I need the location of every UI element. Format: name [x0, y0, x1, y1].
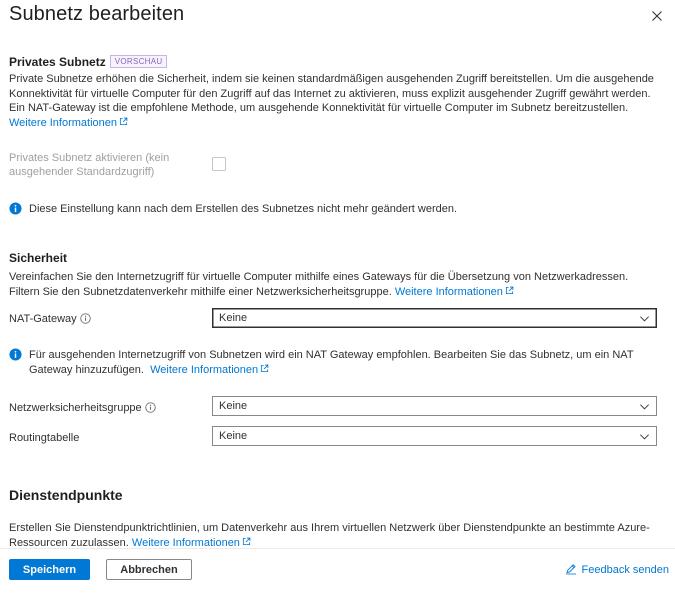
info-circle-icon[interactable]	[79, 313, 91, 324]
service-endpoints-description: Erstellen Sie Dienstendpunktrichtlinien,…	[9, 521, 659, 548]
preview-badge: VORSCHAU	[109, 55, 168, 68]
save-button[interactable]: Speichern	[9, 559, 90, 580]
private-subnet-description: Private Subnetze erhöhen die Sicherheit,…	[9, 72, 659, 130]
chevron-down-icon	[640, 434, 649, 440]
security-learn-more-link[interactable]: Weitere Informationen	[395, 286, 514, 298]
security-heading: Sicherheit	[9, 251, 68, 265]
external-link-icon	[242, 537, 251, 545]
service-endpoints-learn-more-text: Weitere Informationen	[131, 536, 240, 549]
feedback-label: Feedback senden	[581, 564, 669, 576]
close-icon[interactable]	[649, 8, 665, 24]
feedback-link[interactable]: Feedback senden	[565, 563, 669, 576]
panel-footer: Speichern Abbrechen Feedback senden	[0, 548, 675, 600]
chevron-down-icon	[640, 316, 649, 322]
private-subnet-notice-text: Diese Einstellung kann nach dem Erstelle…	[29, 203, 458, 215]
info-circle-icon[interactable]	[144, 402, 156, 413]
nat-notice-text: Für ausgehenden Internetzugriff von Subn…	[29, 349, 634, 376]
cancel-button[interactable]: Abbrechen	[106, 559, 192, 580]
nat-gateway-value: Keine	[219, 312, 248, 324]
private-subnet-heading-text: Privates Subnetz	[9, 55, 106, 69]
nat-gateway-label-text: NAT-Gateway	[9, 313, 77, 325]
private-subnet-checkbox-label: Privates Subnetz aktivieren (kein ausgeh…	[9, 152, 170, 178]
private-subnet-heading: Privates Subnetz VORSCHAU	[9, 55, 168, 69]
nat-notice-learn-more-link[interactable]: Weitere Informationen	[150, 364, 269, 376]
private-subnet-checkbox[interactable]	[212, 157, 226, 171]
service-endpoints-learn-more-link[interactable]: Weitere Informationen	[131, 536, 251, 549]
feedback-icon	[565, 564, 576, 575]
external-link-icon	[261, 364, 269, 372]
chevron-down-icon	[640, 404, 649, 410]
security-description: Vereinfachen Sie den Internetzugriff für…	[9, 270, 659, 299]
service-endpoints-description-text: Erstellen Sie Dienstendpunktrichtlinien,…	[9, 522, 650, 548]
nat-notice-learn-more-text: Weitere Informationen	[150, 363, 259, 376]
nsg-label-text: Netzwerksicherheitsgruppe	[9, 402, 142, 414]
info-icon	[9, 348, 22, 361]
external-link-icon	[505, 286, 514, 294]
info-icon	[9, 202, 22, 215]
external-link-icon	[119, 117, 128, 125]
security-description-text: Vereinfachen Sie den Internetzugriff für…	[9, 271, 629, 298]
private-subnet-learn-more-text: Weitere Informationen	[9, 116, 118, 129]
nsg-dropdown[interactable]: Keine	[212, 396, 657, 416]
security-learn-more-text: Weitere Informationen	[394, 285, 503, 298]
private-subnet-description-text: Private Subnetze erhöhen die Sicherheit,…	[9, 73, 654, 114]
nat-gateway-dropdown[interactable]: Keine	[212, 308, 657, 328]
route-table-label: Routingtabelle	[9, 432, 80, 444]
route-table-value: Keine	[219, 430, 248, 442]
nsg-value: Keine	[219, 400, 248, 412]
close-button[interactable]	[649, 8, 665, 24]
panel-content[interactable]: Privates Subnetz VORSCHAU Private Subnetz…	[0, 36, 675, 548]
nat-gateway-notice-text: Für ausgehenden Internetzugriff von Subn…	[29, 348, 659, 377]
nsg-label: Netzwerksicherheitsgruppe	[9, 401, 156, 415]
private-subnet-learn-more-link[interactable]: Weitere Informationen	[9, 117, 128, 129]
nat-gateway-label: NAT-Gateway	[9, 312, 91, 326]
route-table-dropdown[interactable]: Keine	[212, 426, 657, 446]
service-endpoints-heading: Dienstendpunkte	[9, 487, 123, 503]
panel-title: Subnetz bearbeiten	[9, 3, 185, 25]
panel-header: Subnetz bearbeiten	[0, 0, 675, 36]
